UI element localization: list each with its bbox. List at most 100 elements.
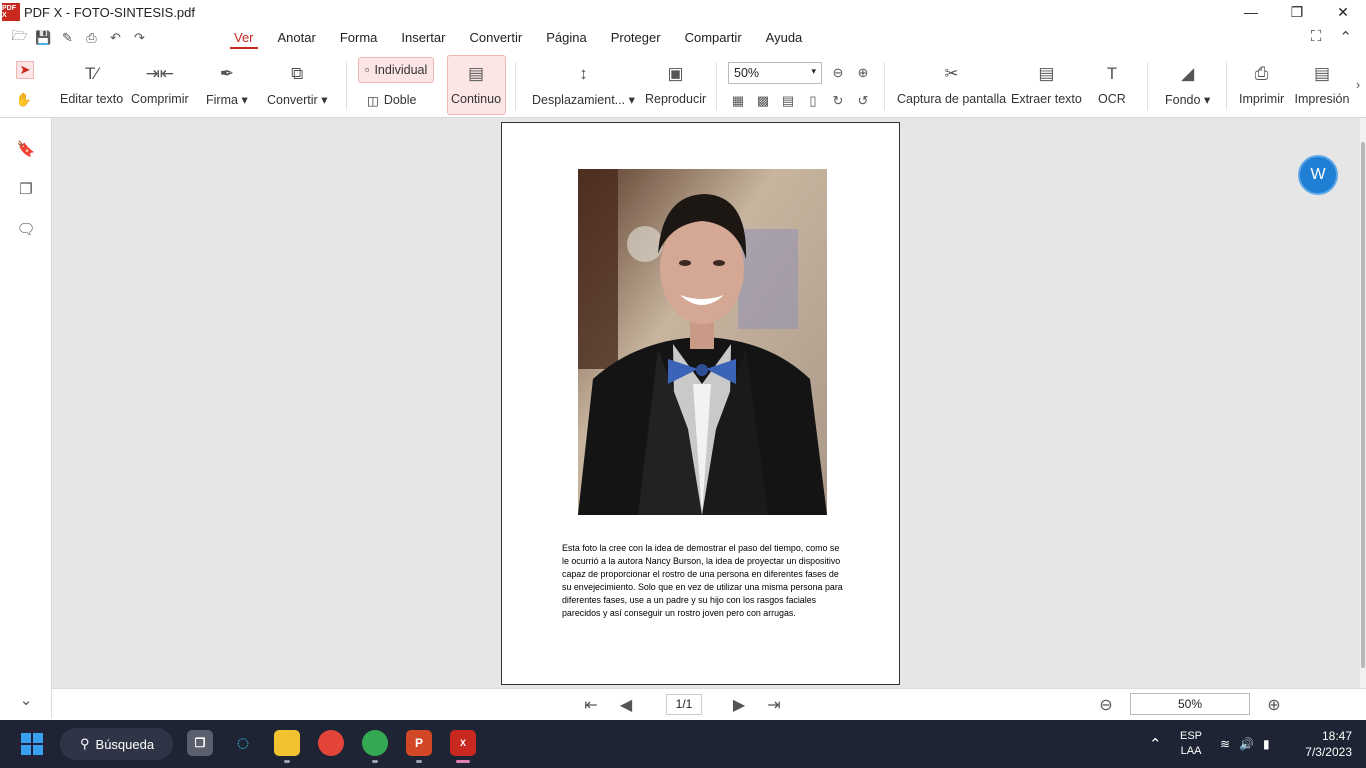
rotate-right-icon[interactable]: ↻ (830, 93, 846, 109)
print2-button[interactable]: ▤ Impresión (1294, 52, 1350, 106)
wifi-icon[interactable]: ≋ (1220, 737, 1230, 751)
menu-ver[interactable]: Ver (222, 24, 266, 52)
thumbnails-icon[interactable]: ❐ (16, 179, 36, 199)
main-menu: Ver Anotar Forma Insertar Convertir Pági… (222, 24, 814, 52)
chevron-down-icon: ▾ (811, 66, 816, 76)
menu-proteger[interactable]: Proteger (599, 24, 673, 52)
collapse-ribbon-icon[interactable]: ⌃ (1339, 28, 1352, 46)
taskbar: ⚲ Búsqueda ❐ ◌ P X ⌃ ESP LAA ≋ 🔊 ▮ 18:47… (0, 720, 1366, 768)
menu-forma[interactable]: Forma (328, 24, 390, 52)
volume-icon[interactable]: 🔊 (1239, 737, 1254, 751)
ribbon-scroll-right-icon[interactable]: › (1350, 76, 1366, 92)
page-number-input[interactable]: 1/1 (666, 694, 702, 715)
zoom-out-icon[interactable]: ⊖ (830, 65, 846, 81)
single-page-button[interactable]: ▫ Individual (358, 57, 435, 83)
double-page-label: Doble (383, 93, 417, 107)
sidebar-expand-icon[interactable]: ⌄ (16, 690, 36, 710)
minimize-button[interactable]: — (1228, 0, 1274, 24)
select-tool-icon[interactable]: ➤ (16, 61, 34, 79)
comments-icon[interactable]: 🗨 (16, 219, 36, 239)
task-view-icon[interactable]: ❐ (187, 730, 213, 756)
background-label: Fondo (1165, 93, 1201, 107)
extract-text-button[interactable]: ▤ Extraer texto (1011, 52, 1082, 106)
scroll-mode-label: Desplazamient... (532, 93, 626, 107)
window-controls: — ❐ ✕ (1228, 0, 1366, 24)
scroll-mode-button[interactable]: ↕ Desplazamient... ▾ (532, 52, 635, 107)
fit-width-icon[interactable]: ▤ (780, 93, 796, 109)
continuous-button[interactable]: ▤ Continuo (451, 52, 501, 106)
screenshot-label: Captura de pantalla (897, 92, 1007, 106)
ribbon-separator (515, 62, 516, 110)
taskbar-search[interactable]: ⚲ Búsqueda (60, 728, 173, 760)
last-page-icon[interactable]: ⇥ (764, 695, 784, 715)
clock-date: 7/3/2023 (1305, 745, 1352, 759)
next-page-icon[interactable]: ▶ (729, 695, 749, 715)
previous-page-icon[interactable]: ◀ (616, 695, 636, 715)
scroll-mode-icon: ↕ (579, 64, 588, 83)
battery-icon[interactable]: ▮ (1263, 737, 1270, 751)
convert-word-icon: W (1310, 166, 1326, 183)
open-folder-icon[interactable]: 🗁 (11, 28, 28, 47)
powerpoint-icon[interactable]: P (406, 730, 432, 756)
zoom-select-value: 50% (734, 66, 760, 80)
scrollbar-thumb[interactable] (1361, 142, 1365, 668)
ocr-label: OCR (1098, 92, 1126, 106)
chrome-icon[interactable] (318, 730, 344, 756)
background-button[interactable]: ◢ Fondo ▾ (1165, 52, 1210, 107)
bookmark-icon[interactable]: 🔖 (16, 139, 36, 159)
app-logo-icon: PDF X (2, 3, 20, 21)
windows-start-icon[interactable] (21, 733, 43, 755)
undo-icon[interactable]: ↶ (107, 30, 124, 47)
chrome-profile-icon[interactable] (362, 730, 388, 756)
convert-button[interactable]: ⧉ Convertir ▾ (267, 52, 327, 107)
compress-button[interactable]: ⇥⇤ Comprimir (131, 52, 189, 106)
clock[interactable]: 18:47 7/3/2023 (1298, 728, 1352, 760)
clock-time: 18:47 (1321, 729, 1352, 743)
portrait-image (578, 169, 827, 515)
ribbon-separator (1226, 62, 1227, 110)
signature-label: Firma (206, 93, 238, 107)
zoom-in-icon[interactable]: ⊕ (855, 65, 871, 81)
menu-compartir[interactable]: Compartir (673, 24, 754, 52)
fullscreen-icon[interactable]: ⛶ (1311, 28, 1322, 46)
fit-height-icon[interactable]: ▯ (805, 93, 821, 109)
screenshot-button[interactable]: ✂ Captura de pantalla (897, 52, 1006, 106)
print-icon[interactable]: ⎙ (83, 30, 100, 47)
menu-ayuda[interactable]: Ayuda (754, 24, 815, 52)
redo-icon[interactable]: ↷ (131, 30, 148, 47)
close-button[interactable]: ✕ (1320, 0, 1366, 24)
edit-text-button[interactable]: T⁄ Editar texto (60, 52, 123, 106)
edge-icon[interactable]: ◌ (230, 730, 256, 756)
single-page-label: Individual (374, 63, 428, 77)
actual-size-icon[interactable]: ▦ (730, 93, 746, 109)
save-as-icon[interactable]: ✎ (59, 30, 76, 47)
pdf-page: Esta foto la cree con la idea de demostr… (501, 122, 900, 685)
zoom-select[interactable]: 50% ▾ (728, 62, 822, 84)
pdfx-taskbar-icon[interactable]: X (450, 730, 476, 756)
first-page-icon[interactable]: ⇤ (581, 695, 601, 715)
rotate-left-icon[interactable]: ↺ (855, 93, 871, 109)
slideshow-icon: ▣ (667, 64, 684, 83)
fit-page-icon[interactable]: ▩ (755, 93, 771, 109)
restore-button[interactable]: ❐ (1274, 0, 1320, 24)
zoom-in-icon[interactable]: ⊕ (1264, 695, 1284, 715)
print-button[interactable]: ⎙ Imprimir (1239, 52, 1284, 106)
double-page-button[interactable]: ◫ Doble (361, 87, 422, 113)
zoom-field[interactable]: 50% (1130, 693, 1250, 715)
zoom-out-icon[interactable]: ⊖ (1096, 695, 1116, 715)
convert-to-word-button[interactable]: W (1298, 155, 1338, 195)
menu-insertar[interactable]: Insertar (389, 24, 457, 52)
menu-convertir[interactable]: Convertir (457, 24, 534, 52)
language-indicator[interactable]: ESP LAA (1180, 729, 1202, 759)
ocr-button[interactable]: T OCR (1098, 52, 1126, 106)
menu-anotar[interactable]: Anotar (266, 24, 328, 52)
menu-pagina[interactable]: Página (534, 24, 598, 52)
convert-icon: ⧉ (291, 64, 304, 83)
hand-tool-icon[interactable]: ✋ (16, 92, 32, 108)
save-icon[interactable]: 💾 (35, 30, 52, 47)
ribbon-separator (346, 62, 347, 110)
signature-button[interactable]: ✒ Firma ▾ (206, 52, 248, 107)
file-explorer-icon[interactable] (274, 730, 300, 756)
play-button[interactable]: ▣ Reproducir (645, 52, 706, 106)
tray-overflow-icon[interactable]: ⌃ (1149, 735, 1162, 753)
